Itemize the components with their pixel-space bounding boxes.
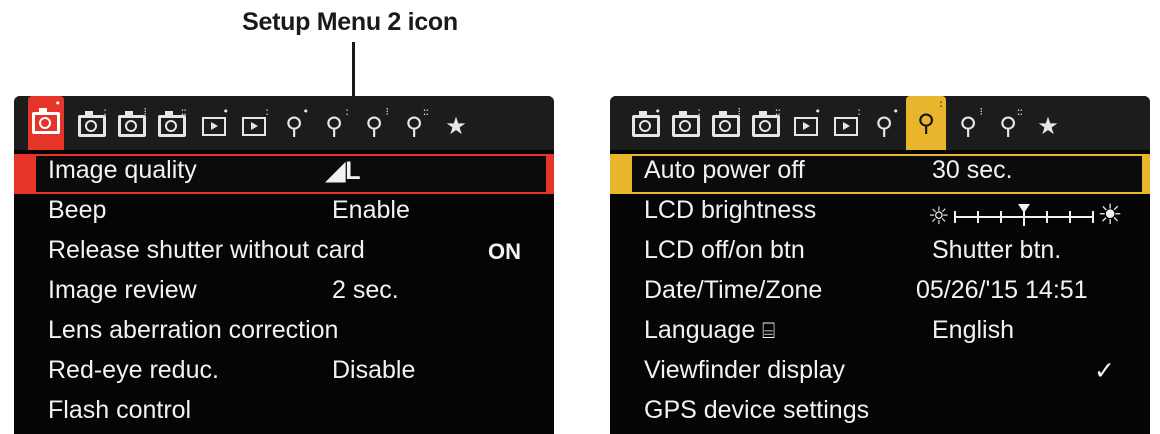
menu-item-date-time-zone[interactable]: Date/Time/Zone 05/26/'15 14:51 <box>610 274 1150 314</box>
playback-icon <box>794 116 818 136</box>
wrench-icon: ⚲ <box>917 109 935 137</box>
tab-playback-2[interactable]: : <box>236 104 272 148</box>
slider-tick <box>1068 211 1071 224</box>
camera-icon <box>158 111 186 137</box>
menu-item-gps-device[interactable]: GPS device settings <box>610 394 1150 434</box>
wrench-icon: ⚲ <box>999 112 1017 140</box>
caption-leader-line <box>352 42 355 104</box>
menu-tab-bar: • : ⁝ :: • : ⚲ • ⚲: ⚲ ⁝ ⚲:: ★ <box>610 96 1150 150</box>
playback-icon <box>242 116 266 136</box>
tab-shooting-3[interactable]: ⁝ <box>114 104 150 148</box>
tab-my-menu[interactable]: ★ <box>438 104 474 148</box>
tab-setup-1[interactable]: ⚲ • <box>276 104 312 148</box>
tab-setup-2[interactable]: ⚲: <box>906 96 946 150</box>
wrench-icon: ⚲ <box>875 112 893 140</box>
sun-dim-icon: ☼ <box>928 202 950 230</box>
menu-item-lens-aberration[interactable]: Lens aberration correction <box>14 314 554 354</box>
tab-setup-1[interactable]: ⚲ • <box>866 104 902 148</box>
brightness-scale: ☼ ☀ <box>928 198 1123 231</box>
wrench-icon: ⚲ <box>405 112 423 140</box>
tab-shooting-2[interactable]: : <box>74 104 110 148</box>
brightness-slider <box>953 204 1094 227</box>
menu-item-lcd-off-on[interactable]: LCD off/on btn Shutter btn. <box>610 234 1150 274</box>
image-quality-value: ◢L <box>326 157 361 185</box>
menu-item-list: Image quality ◢L Beep Enable Release shu… <box>14 154 554 434</box>
tab-shooting-3[interactable]: ⁝ <box>708 104 744 148</box>
caption-label: Setup Menu 2 icon <box>242 8 458 36</box>
language-icon: ⌸ <box>762 318 776 343</box>
wrench-icon: ⚲ <box>285 112 303 140</box>
camera-icon <box>632 111 660 137</box>
checkmark-icon: ✓ <box>1094 357 1115 385</box>
tab-my-menu[interactable]: ★ <box>1030 104 1066 148</box>
menu-item-release-shutter[interactable]: Release shutter without card ON <box>14 234 554 274</box>
shooting-menu-screen: • : ⁝ :: • : ⚲ • ⚲: ⚲ ⁝ ⚲:: ★ Image qualit… <box>14 96 554 434</box>
menu-item-image-quality[interactable]: Image quality ◢L <box>14 154 554 194</box>
playback-icon <box>834 116 858 136</box>
menu-item-image-review[interactable]: Image review 2 sec. <box>14 274 554 314</box>
slider-marker-icon <box>1017 204 1030 227</box>
tab-shooting-4[interactable]: :: <box>748 104 784 148</box>
tab-shooting-4[interactable]: :: <box>154 104 190 148</box>
tab-playback-1[interactable]: • <box>196 104 232 148</box>
slider-tick <box>1045 211 1048 224</box>
menu-item-beep[interactable]: Beep Enable <box>14 194 554 234</box>
slider-tick <box>1091 211 1094 224</box>
menu-item-list: Auto power off 30 sec. LCD brightness ☼ ☀… <box>610 154 1150 434</box>
playback-icon <box>202 116 226 136</box>
camera-icon <box>672 111 700 137</box>
tab-playback-2[interactable]: : <box>828 104 864 148</box>
star-icon: ★ <box>445 112 467 140</box>
camera-icon <box>78 111 106 137</box>
sun-bright-icon: ☀ <box>1097 198 1123 231</box>
slider-tick <box>976 211 979 224</box>
menu-tab-bar: • : ⁝ :: • : ⚲ • ⚲: ⚲ ⁝ ⚲:: ★ <box>14 96 554 150</box>
camera-icon <box>32 108 60 134</box>
tab-shooting-1[interactable]: • <box>628 104 664 148</box>
slider-tick <box>999 211 1002 224</box>
tab-setup-4[interactable]: ⚲:: <box>990 104 1026 148</box>
tab-setup-2[interactable]: ⚲: <box>316 104 352 148</box>
menu-item-viewfinder-display[interactable]: Viewfinder display ✓ <box>610 354 1150 394</box>
tab-setup-3[interactable]: ⚲ ⁝ <box>356 104 392 148</box>
star-icon: ★ <box>1037 112 1059 140</box>
tab-shooting-2[interactable]: : <box>668 104 704 148</box>
wrench-icon: ⚲ <box>959 112 977 140</box>
wrench-icon: ⚲ <box>365 112 383 140</box>
camera-icon <box>712 111 740 137</box>
menu-item-language[interactable]: Language ⌸ English <box>610 314 1150 354</box>
camera-icon <box>118 111 146 137</box>
camera-icon <box>752 111 780 137</box>
menu-item-auto-power-off[interactable]: Auto power off 30 sec. <box>610 154 1150 194</box>
tab-setup-4[interactable]: ⚲:: <box>396 104 432 148</box>
menu-item-red-eye[interactable]: Red-eye reduc. Disable <box>14 354 554 394</box>
menu-item-lcd-brightness[interactable]: LCD brightness ☼ ☀ <box>610 194 1150 234</box>
slider-tick <box>953 211 956 224</box>
tab-setup-3[interactable]: ⚲ ⁝ <box>950 104 986 148</box>
wrench-icon: ⚲ <box>325 112 343 140</box>
tab-shooting-1[interactable]: • <box>28 96 64 150</box>
menu-item-flash-control[interactable]: Flash control <box>14 394 554 434</box>
tab-playback-1[interactable]: • <box>788 104 824 148</box>
setup-menu-2-screen: • : ⁝ :: • : ⚲ • ⚲: ⚲ ⁝ ⚲:: ★ Auto power o… <box>610 96 1150 434</box>
